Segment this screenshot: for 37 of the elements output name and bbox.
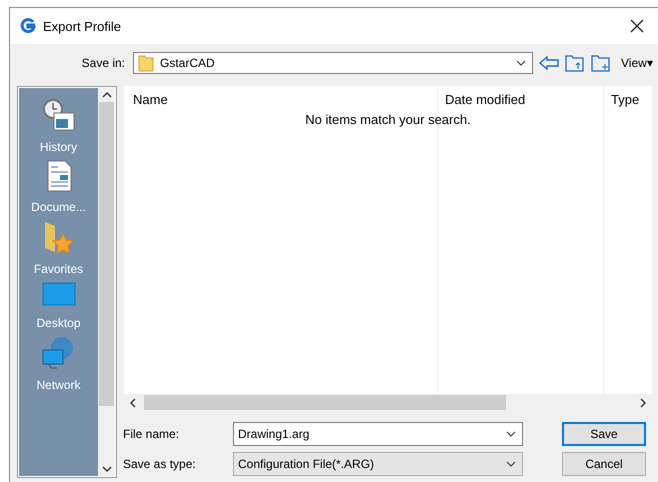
column-header[interactable]: Date modified: [445, 92, 526, 106]
scroll-down-icon[interactable]: [102, 466, 112, 472]
app-logo-icon: [20, 18, 36, 34]
file-type-dropdown[interactable]: Configuration File(*.ARG): [233, 452, 523, 476]
place-label: Favorites: [34, 262, 84, 276]
save-as-type-label: Save as type:: [123, 457, 197, 471]
scroll-right-icon[interactable]: [640, 398, 646, 408]
chevron-down-icon[interactable]: [506, 461, 516, 467]
empty-message: No items match your search.: [305, 112, 471, 129]
folder-up-icon[interactable]: [565, 54, 585, 72]
back-arrow-icon[interactable]: [539, 55, 559, 71]
document-icon: [46, 160, 72, 192]
chevron-down-icon[interactable]: [506, 431, 516, 437]
place-label: History: [40, 140, 78, 154]
folder-icon: [138, 54, 154, 72]
globe-monitor-icon: [41, 336, 76, 370]
scroll-left-icon[interactable]: [130, 398, 136, 408]
scroll-up-icon[interactable]: [102, 92, 112, 98]
file-name-label: File name:: [123, 427, 180, 441]
view-menu-button[interactable]: View▾: [621, 56, 653, 70]
file-name-field[interactable]: Drawing1.arg: [233, 422, 523, 446]
new-folder-icon[interactable]: [591, 54, 611, 72]
column-header[interactable]: Type: [611, 92, 640, 106]
column-header[interactable]: Name: [133, 92, 168, 106]
save-in-label: Save in:: [80, 56, 125, 70]
vertical-scrollbar[interactable]: [98, 88, 115, 476]
save-in-dropdown[interactable]: GstarCAD: [133, 52, 533, 74]
window-title: Export Profile: [43, 18, 122, 34]
close-icon[interactable]: [630, 19, 644, 33]
save-button[interactable]: Save: [562, 422, 646, 446]
cancel-button[interactable]: Cancel: [562, 452, 646, 476]
place-label: Desktop: [36, 316, 81, 330]
place-label: Network: [36, 378, 80, 392]
place-label: Docume...: [31, 200, 86, 214]
chevron-down-icon[interactable]: [516, 60, 526, 66]
clock-document-icon: [42, 98, 76, 132]
monitor-icon: [42, 282, 76, 308]
